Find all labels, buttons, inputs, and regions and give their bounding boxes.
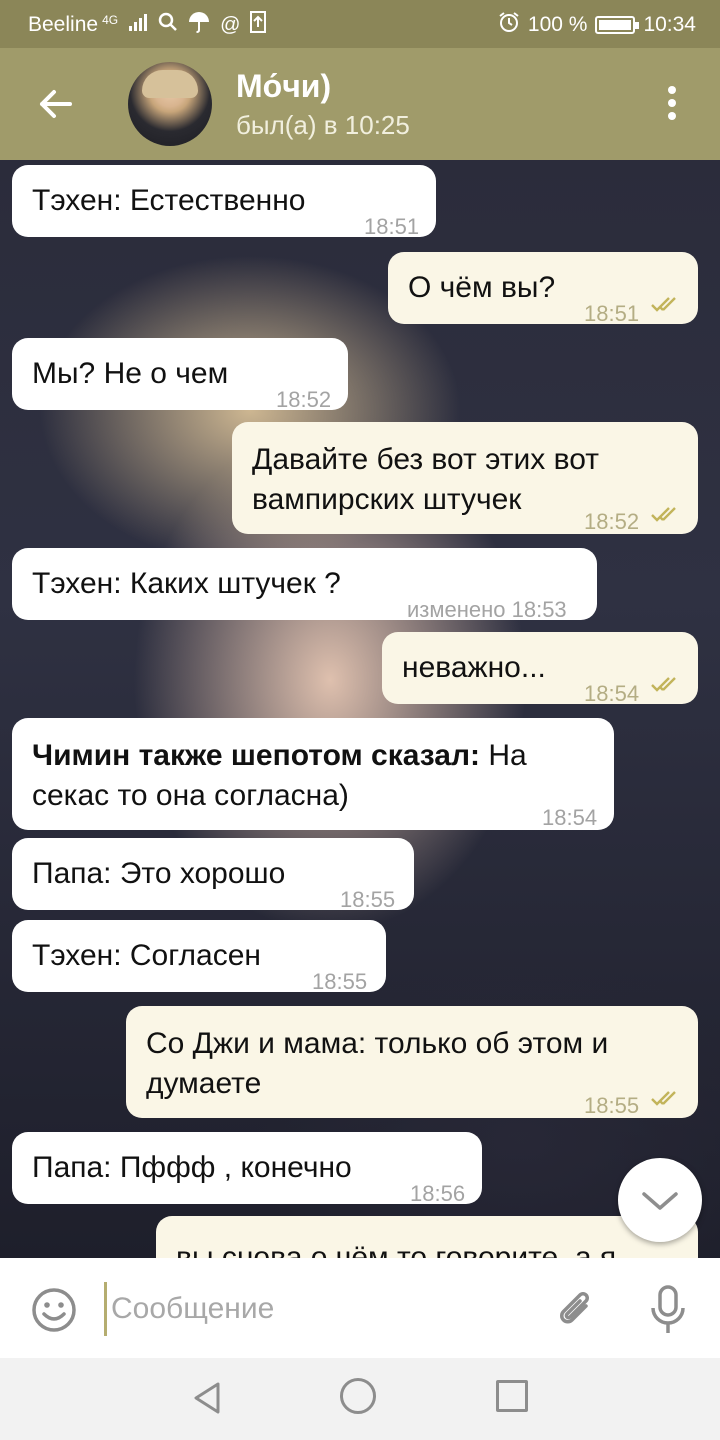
clock: 10:34 [643, 13, 696, 36]
message-bubble[interactable]: Мы? Не о чем 18:52 [12, 338, 348, 412]
arrow-left-icon [40, 90, 72, 118]
battery-fill [599, 20, 632, 30]
message-bubble[interactable]: Тэхен: Каких штучек ? изменено 18:53 [12, 548, 597, 622]
message-text: Папа: Пффф , конечно [32, 1151, 352, 1184]
message-bubble[interactable]: Папа: Пффф , конечно 18:56 [12, 1132, 482, 1206]
message-time: 18:56 [410, 1181, 466, 1206]
message-bubble[interactable]: Чимин также шепотом сказал: На секас то … [12, 718, 614, 830]
battery-percent: 100 % [527, 13, 588, 36]
umbrella-icon [188, 11, 210, 39]
message-text: О чём вы? [408, 271, 556, 304]
message-time: 18:52 [584, 509, 640, 534]
message-bubble[interactable]: О чём вы? 18:51 [388, 252, 698, 326]
message-text: Папа: Это хорошо [32, 857, 286, 890]
back-button[interactable] [36, 84, 76, 124]
chat-area[interactable]: Тэхен: Естественно 18:51 О чём вы? 18:51… [0, 160, 720, 1258]
read-checkmark-icon [651, 1091, 676, 1106]
message-text: Давайте без вот этих вот вампирских штуч… [252, 443, 599, 516]
message-time: 18:54 [542, 805, 598, 830]
nav-recents-button[interactable] [496, 1380, 528, 1412]
message-composer: Сообщение [0, 1258, 720, 1358]
upload-icon [250, 11, 267, 39]
message-text: неважно... [402, 651, 546, 684]
message-sender-bold: Чимин также шепотом сказал: [32, 739, 481, 772]
last-seen-status: был(а) в 10:25 [236, 110, 410, 140]
carrier-label: Beeline [28, 13, 99, 36]
signal-icon [128, 12, 148, 38]
battery-icon [595, 16, 640, 34]
triangle-back-icon [194, 1382, 220, 1414]
chat-title[interactable]: Мо́чи) [236, 68, 331, 105]
message-bubble[interactable]: неважно... 18:54 [382, 632, 698, 706]
dot-icon [668, 86, 676, 94]
paperclip-icon [560, 1292, 589, 1324]
microphone-icon [651, 1285, 685, 1333]
message-text: Тэхен: Каких штучек ? [32, 567, 341, 600]
message-time: 18:54 [584, 681, 640, 706]
emoji-button[interactable] [30, 1286, 78, 1334]
smiley-icon [32, 1288, 76, 1332]
system-navigation-bar [0, 1358, 720, 1440]
read-checkmark-icon [651, 677, 676, 692]
dot-icon [668, 112, 676, 120]
at-icon: @ [220, 14, 241, 36]
message-bubble[interactable]: Со Джи и мама: только об этом и думаете … [126, 1006, 698, 1118]
message-text: Чимин также шепотом сказал: На секас то … [32, 736, 527, 816]
dot-icon [668, 99, 676, 107]
network-type: 4G [102, 13, 119, 27]
chevron-down-icon [642, 1192, 678, 1210]
attach-button[interactable] [552, 1286, 600, 1334]
chat-header: Мо́чи) был(а) в 10:25 [0, 48, 720, 160]
message-text: вы снова о чём то говорите, а я [176, 1241, 617, 1258]
scroll-to-bottom-button[interactable] [618, 1158, 702, 1242]
message-bubble[interactable]: Тэхен: Согласен 18:55 [12, 920, 386, 994]
status-bar: Beeline 4G @ 100 % 10:34 [0, 0, 720, 48]
more-options-button[interactable] [658, 86, 686, 126]
message-edited-time: изменено 18:53 [407, 597, 567, 622]
message-bubble[interactable]: Папа: Это хорошо 18:55 [12, 838, 414, 912]
message-time: 18:51 [584, 301, 640, 326]
message-bubble[interactable]: Давайте без вот этих вот вампирских штуч… [232, 422, 698, 534]
message-text: Тэхен: Согласен [32, 939, 261, 972]
read-checkmark-icon [651, 507, 676, 522]
message-time: 18:52 [276, 387, 332, 412]
alarm-icon [498, 11, 520, 39]
message-time: 18:51 [364, 214, 420, 239]
voice-message-button[interactable] [648, 1284, 688, 1336]
search-icon [158, 12, 178, 38]
message-text: Мы? Не о чем [32, 357, 229, 390]
message-text: Со Джи и мама: только об этом и думаете [146, 1027, 609, 1100]
message-text: Тэхен: Естественно [32, 184, 306, 217]
message-input[interactable]: Сообщение [104, 1282, 531, 1336]
read-checkmark-icon [651, 297, 676, 312]
message-time: 18:55 [340, 887, 396, 912]
nav-home-button[interactable] [340, 1378, 376, 1414]
avatar[interactable] [128, 62, 212, 146]
message-bubble[interactable]: вы снова о чём то говорите, а я [156, 1216, 698, 1258]
message-time: 18:55 [312, 969, 368, 994]
message-bubble[interactable]: Тэхен: Естественно 18:51 [12, 165, 436, 239]
nav-back-button[interactable] [190, 1380, 226, 1416]
message-time: 18:55 [584, 1093, 640, 1118]
